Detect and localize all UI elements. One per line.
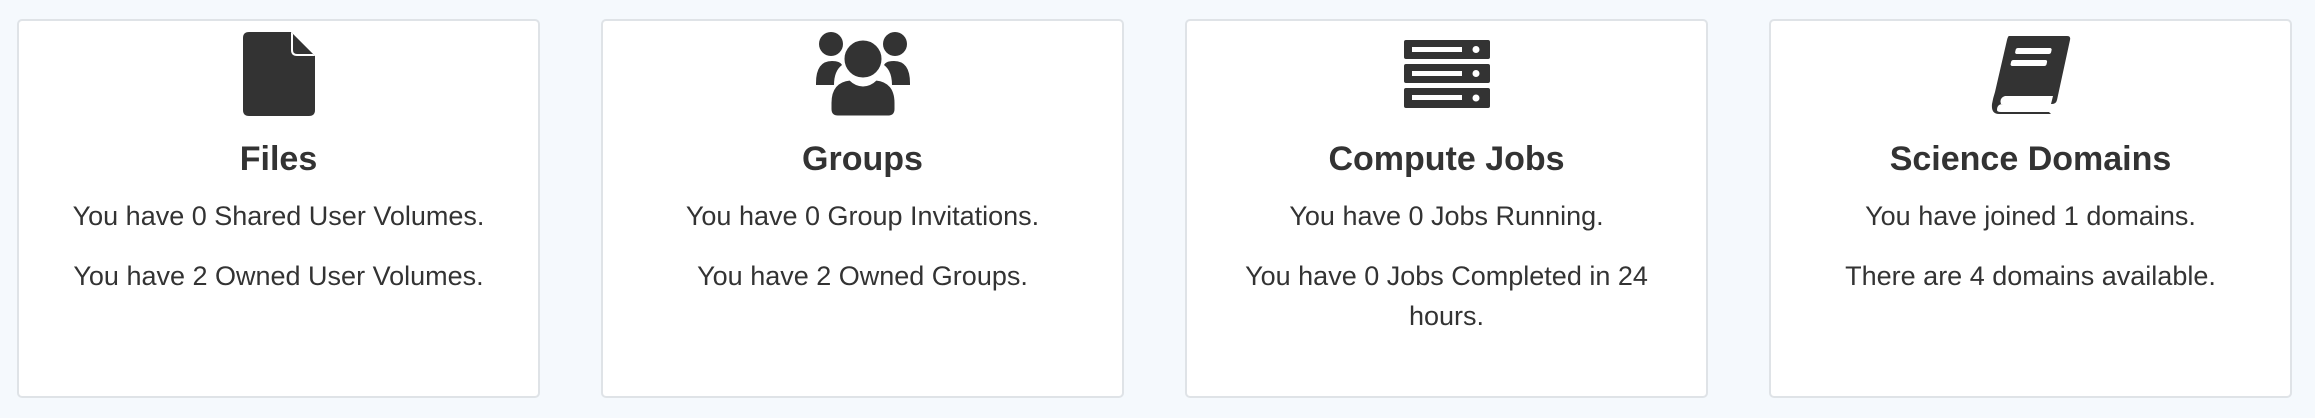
owned-volumes-text: You have 2 Owned User Volumes. bbox=[73, 261, 484, 291]
card-title: Compute Jobs bbox=[1328, 140, 1565, 178]
shared-volumes-text: You have 0 Shared User Volumes. bbox=[72, 201, 485, 231]
card-title: Science Domains bbox=[1889, 140, 2172, 178]
group-invitations-text: You have 0 Group Invitations. bbox=[685, 201, 1040, 231]
groups-card: Groups You have 0 Group Invitations. You… bbox=[601, 19, 1124, 398]
card-title: Files bbox=[239, 140, 318, 178]
dashboard-cards: Files You have 0 Shared User Volumes. Yo… bbox=[17, 19, 2292, 398]
available-domains-text: There are 4 domains available. bbox=[1845, 261, 2216, 291]
science-domains-card: Science Domains You have joined 1 domain… bbox=[1769, 19, 2292, 398]
users-icon bbox=[815, 29, 910, 119]
jobs-running-text: You have 0 Jobs Running. bbox=[1289, 201, 1604, 231]
jobs-completed-text: You have 0 Jobs Completed in 24 hours. bbox=[1245, 261, 1648, 331]
file-icon bbox=[242, 29, 315, 119]
card-title: Groups bbox=[802, 140, 923, 178]
owned-groups-text: You have 2 Owned Groups. bbox=[697, 261, 1028, 291]
files-card: Files You have 0 Shared User Volumes. Yo… bbox=[17, 19, 540, 398]
server-icon bbox=[1403, 29, 1490, 119]
compute-jobs-card: Compute Jobs You have 0 Jobs Running. Yo… bbox=[1185, 19, 1708, 398]
joined-domains-text: You have joined 1 domains. bbox=[1865, 201, 2196, 231]
book-icon bbox=[1991, 29, 2071, 119]
